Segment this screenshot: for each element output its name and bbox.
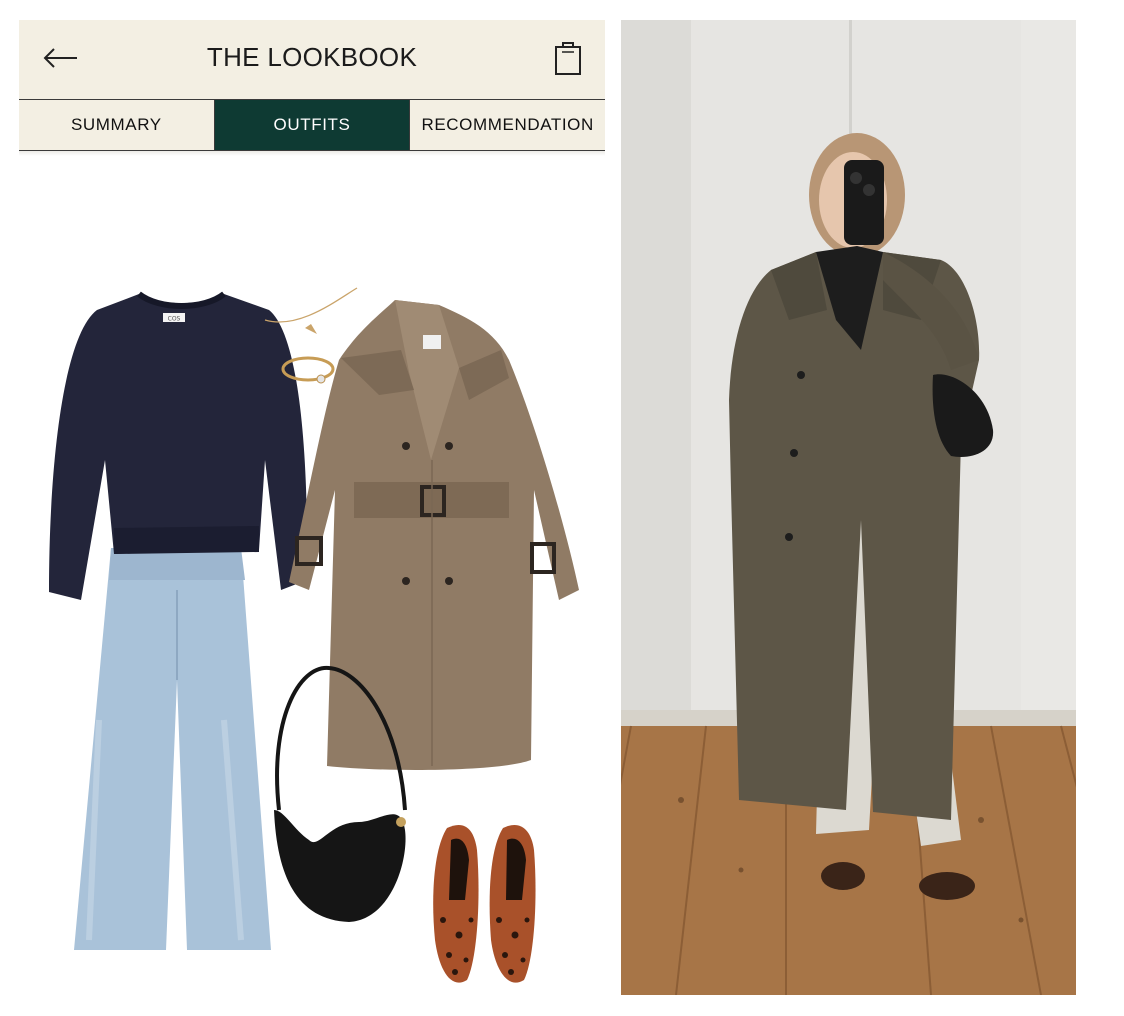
page-title: THE LOOKBOOK [206, 42, 418, 72]
outfit-board: COS [19, 160, 605, 1000]
cart-button[interactable] [553, 38, 583, 78]
tab-divider [19, 151, 605, 156]
leopard-flats-image[interactable] [433, 824, 536, 983]
tab-summary[interactable]: SUMMARY [19, 100, 214, 150]
tab-outfits[interactable]: OUTFITS [213, 100, 410, 150]
sweater-tag-text: COS [168, 316, 181, 323]
header: THE LOOKBOOK [19, 20, 605, 99]
shopping-bag-icon [555, 42, 581, 75]
outfit-photo [621, 20, 1076, 995]
tab-recommendation[interactable]: RECOMMENDATION [409, 100, 605, 150]
jeans-image[interactable] [74, 548, 271, 950]
lookbook-app: THE LOOKBOOK SUMMARY OUTFITS RECOMMENDAT… [19, 20, 605, 1000]
tab-bar: SUMMARY OUTFITS RECOMMENDATION [19, 99, 605, 151]
mirror-selfie-image [621, 20, 1076, 995]
